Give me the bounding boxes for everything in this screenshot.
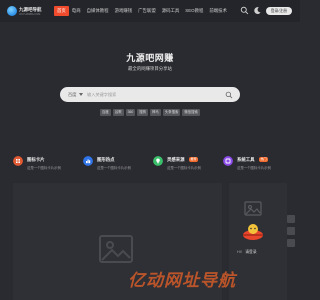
nav-item-source-tools[interactable]: 源码工具 bbox=[159, 6, 183, 16]
mascot-icon bbox=[243, 224, 263, 240]
grid-icon bbox=[13, 156, 23, 166]
top-right-actions: 登录/注册 bbox=[240, 6, 292, 15]
nav-item-seo[interactable]: SEO教程 bbox=[182, 6, 206, 16]
main-nav: 首页 电商 自媒体教程 游戏赚钱 广告联盟 源码工具 SEO教程 前端技术 bbox=[54, 6, 230, 16]
search-tag[interactable]: 百度 bbox=[100, 109, 111, 116]
card-badge: 推荐 bbox=[189, 157, 199, 162]
card-description: 这是一个图标卡片示例 bbox=[237, 166, 271, 170]
search-tag[interactable]: 360 bbox=[125, 109, 136, 116]
feature-cards: 图标卡片 这是一个图标卡片示例 图形热点 这是一个图标卡片示例 灵感来源 推荐 … bbox=[13, 152, 298, 180]
nav-item-frontend[interactable]: 前端技术 bbox=[206, 6, 230, 16]
feature-card[interactable]: 图标卡片 这是一个图标卡片示例 bbox=[13, 152, 79, 180]
nav-item-ecommerce[interactable]: 电商 bbox=[69, 6, 84, 16]
hero-subtitle: 最全的网赚项目分享站 bbox=[128, 66, 172, 71]
search-tags: 百度 谷歌 360 搜狗 神马 头条搜索 微信搜索 bbox=[0, 109, 300, 116]
card-description: 这是一个图标卡片示例 bbox=[27, 166, 61, 170]
chevron-down-icon[interactable] bbox=[79, 93, 83, 96]
chart-icon bbox=[83, 156, 93, 166]
card-title: 灵感来源 bbox=[167, 157, 185, 162]
bulb-icon bbox=[153, 156, 163, 166]
scroll-up-button[interactable] bbox=[287, 215, 295, 223]
card-badge: 热门 bbox=[259, 157, 269, 162]
user-greeting: HI! 请登录 bbox=[237, 249, 257, 255]
site-logo[interactable]: 九源吧导航 JIUYUANBA.COM bbox=[7, 6, 47, 18]
search-tag[interactable]: 微信搜索 bbox=[182, 109, 200, 116]
search-tag[interactable]: 搜狗 bbox=[137, 109, 149, 116]
login-link[interactable]: 请登录 bbox=[245, 250, 256, 254]
user-greeting-label: HI! bbox=[237, 250, 242, 254]
logo-subtext: JIUYUANBA.COM bbox=[19, 12, 41, 16]
hero-title: 九源吧网赚 bbox=[126, 53, 174, 63]
search-engine-select[interactable]: 百度 bbox=[68, 87, 76, 102]
theme-toggle-button[interactable] bbox=[287, 227, 295, 235]
card-description: 这是一个图标卡片示例 bbox=[167, 166, 201, 170]
image-placeholder-icon bbox=[244, 201, 262, 216]
nav-item-game-earning[interactable]: 游戏赚钱 bbox=[112, 6, 136, 16]
moon-icon[interactable] bbox=[253, 6, 262, 15]
image-placeholder-icon bbox=[99, 235, 133, 263]
nav-item-ad-alliance[interactable]: 广告联盟 bbox=[135, 6, 159, 16]
scroll-down-button[interactable] bbox=[287, 239, 295, 247]
logo-mark-icon bbox=[7, 6, 17, 16]
top-navigation-bar: 九源吧导航 JIUYUANBA.COM 首页 电商 自媒体教程 游戏赚钱 广告联… bbox=[0, 0, 300, 22]
tool-icon bbox=[223, 156, 233, 166]
card-title: 图形热点 bbox=[97, 157, 115, 162]
nav-item-home[interactable]: 首页 bbox=[54, 6, 69, 16]
feature-card[interactable]: 系统工具 热门 这是一个图标卡片示例 bbox=[223, 152, 289, 180]
search-icon[interactable] bbox=[240, 6, 249, 15]
nav-item-media-tutorial[interactable]: 自媒体教程 bbox=[84, 6, 112, 16]
feature-card[interactable]: 图形热点 这是一个图标卡片示例 bbox=[83, 152, 149, 180]
search-input[interactable] bbox=[87, 90, 217, 99]
search-bar: 百度 bbox=[60, 87, 240, 102]
search-tag[interactable]: 头条搜索 bbox=[162, 109, 181, 116]
floating-tools bbox=[287, 215, 295, 249]
login-button[interactable]: 登录/注册 bbox=[265, 6, 292, 15]
card-title: 系统工具 bbox=[237, 157, 255, 162]
search-tag[interactable]: 谷歌 bbox=[112, 109, 124, 116]
watermark-text: 亿动网址导航 bbox=[128, 271, 236, 290]
search-submit-icon[interactable] bbox=[225, 91, 233, 99]
card-description: 这是一个图标卡片示例 bbox=[97, 166, 131, 170]
search-tag[interactable]: 神马 bbox=[150, 109, 161, 116]
feature-card[interactable]: 灵感来源 推荐 这是一个图标卡片示例 bbox=[153, 152, 219, 180]
card-title: 图标卡片 bbox=[27, 157, 45, 162]
